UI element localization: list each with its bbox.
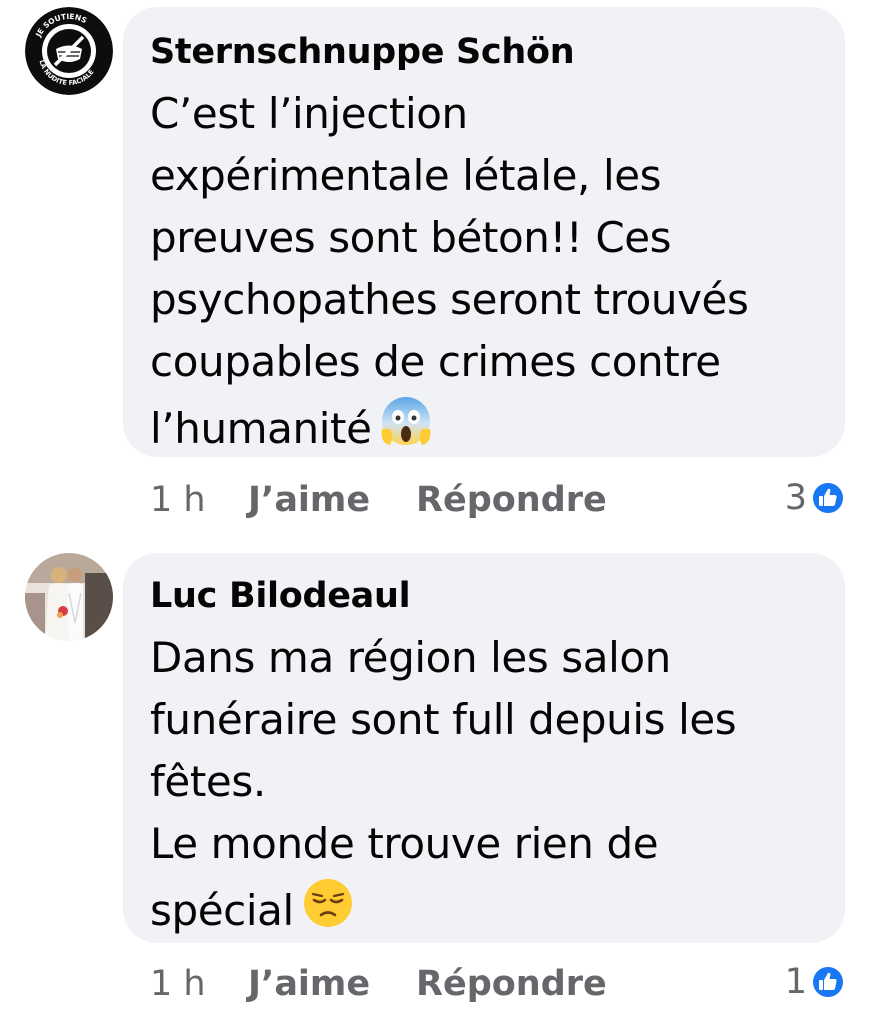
- masked-badge-icon: JE SOUTIENS LA NUDITE FACIALE: [25, 7, 113, 95]
- comment-line-last: spécial: [150, 875, 819, 948]
- avatar[interactable]: JE SOUTIENS LA NUDITE FACIALE: [25, 7, 113, 95]
- reaction-summary[interactable]: 1: [785, 959, 845, 1005]
- comment-timestamp[interactable]: 1 h: [150, 477, 248, 523]
- comment-line: Dans ma région les salon: [150, 633, 671, 682]
- like-button[interactable]: J’aime: [248, 477, 416, 523]
- reaction-summary[interactable]: 3: [785, 475, 845, 521]
- comment-author[interactable]: Luc Bilodeaul: [150, 573, 819, 619]
- comment-actions: 1 h J’aime Répondre: [150, 477, 607, 523]
- comment-bubble: Luc Bilodeaul Dans ma région les salon f…: [123, 553, 845, 943]
- comment-line-last: l’humanité: [150, 393, 819, 466]
- wedding-photo-avatar: [25, 553, 113, 641]
- reply-button[interactable]: Répondre: [416, 477, 607, 523]
- comment-bubble: Sternschnuppe Schön C’est l’injection ex…: [123, 7, 845, 457]
- comment-actions: 1 h J’aime Répondre: [150, 961, 607, 1007]
- comment-line: Le monde trouve rien de: [150, 819, 659, 868]
- comment-line: psychopathes seront trouvés: [150, 275, 749, 324]
- comment-line: expérimentale létale, les: [150, 151, 662, 200]
- avatar[interactable]: [25, 553, 113, 641]
- comment-line: fêtes.: [150, 757, 266, 806]
- pensive-face-emoji: [300, 875, 356, 948]
- like-button[interactable]: J’aime: [248, 961, 416, 1007]
- comment-line: coupables de crimes contre: [150, 337, 721, 386]
- reaction-count: 1: [784, 962, 807, 1002]
- comment-line: preuves sont béton!! Ces: [150, 213, 672, 262]
- reaction-count: 3: [784, 478, 807, 518]
- comment-author[interactable]: Sternschnuppe Schön: [150, 29, 819, 75]
- comment-line: funéraire sont full depuis les: [150, 695, 737, 744]
- comment-line-text: spécial: [150, 886, 294, 935]
- screaming-face-emoji: [378, 393, 434, 466]
- comment-line-text: l’humanité: [150, 404, 372, 453]
- comment-text: Dans ma région les salon funéraire sont …: [150, 627, 819, 948]
- comment-line: C’est l’injection: [150, 89, 468, 138]
- reply-button[interactable]: Répondre: [416, 961, 607, 1007]
- comment-text: C’est l’injection expérimentale létale, …: [150, 83, 819, 466]
- comment-timestamp[interactable]: 1 h: [150, 961, 248, 1007]
- like-thumb-icon: [811, 481, 845, 515]
- like-thumb-icon: [811, 965, 845, 999]
